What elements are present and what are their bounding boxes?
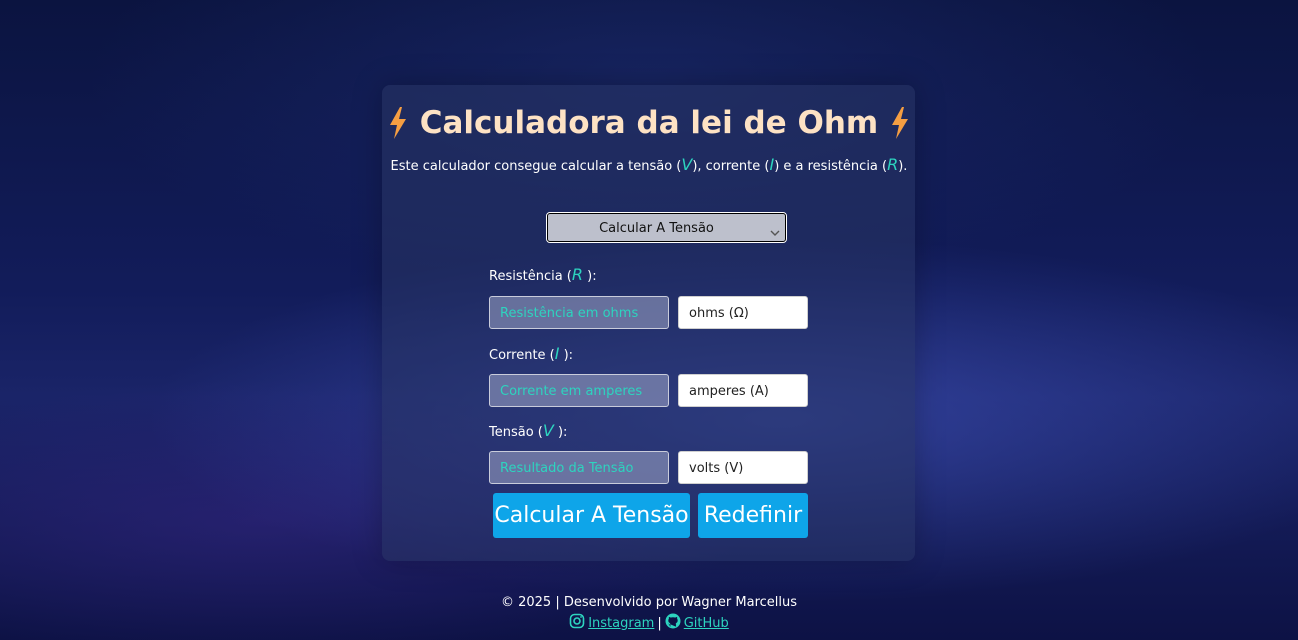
- resistance-symbol: R: [887, 155, 899, 174]
- lightning-bolt-icon: [890, 107, 910, 139]
- resistance-input[interactable]: Resistência em ohms: [489, 296, 669, 329]
- title-text: Calculadora da lei de Ohm: [419, 105, 879, 141]
- instagram-link[interactable]: Instagram: [569, 613, 654, 633]
- reset-button[interactable]: Redefinir: [698, 493, 808, 538]
- voltage-symbol: V: [681, 155, 693, 174]
- github-icon: [665, 613, 681, 633]
- mode-select-value: Calcular A Tensão: [599, 221, 714, 236]
- resistance-unit-select[interactable]: ohms (Ω): [678, 296, 808, 329]
- resistance-label: Resistência (R ):: [489, 265, 597, 284]
- lightning-bolt-icon: [388, 107, 408, 139]
- page-title: Calculadora da lei de Ohm: [0, 105, 1298, 141]
- instagram-icon: [569, 613, 585, 633]
- github-link[interactable]: GitHub: [665, 613, 729, 633]
- mode-select[interactable]: Calcular A Tensão: [546, 212, 787, 243]
- current-input[interactable]: Corrente em amperes: [489, 374, 669, 407]
- footer-links: Instagram | GitHub: [0, 613, 1298, 633]
- current-unit-select[interactable]: amperes (A): [678, 374, 808, 407]
- footer-credit: © 2025 | Desenvolvido por Wagner Marcell…: [500, 595, 798, 610]
- calculate-button[interactable]: Calcular A Tensão: [493, 493, 690, 538]
- voltage-unit-select[interactable]: volts (V): [678, 451, 808, 484]
- link-separator: |: [657, 615, 662, 631]
- current-label: Corrente (I ):: [489, 344, 574, 363]
- chevron-down-icon: [770, 222, 780, 241]
- subtitle: Este calculador consegue calcular a tens…: [390, 155, 908, 174]
- voltage-result-input[interactable]: Resultado da Tensão: [489, 451, 669, 484]
- voltage-label: Tensão (V ):: [489, 421, 568, 440]
